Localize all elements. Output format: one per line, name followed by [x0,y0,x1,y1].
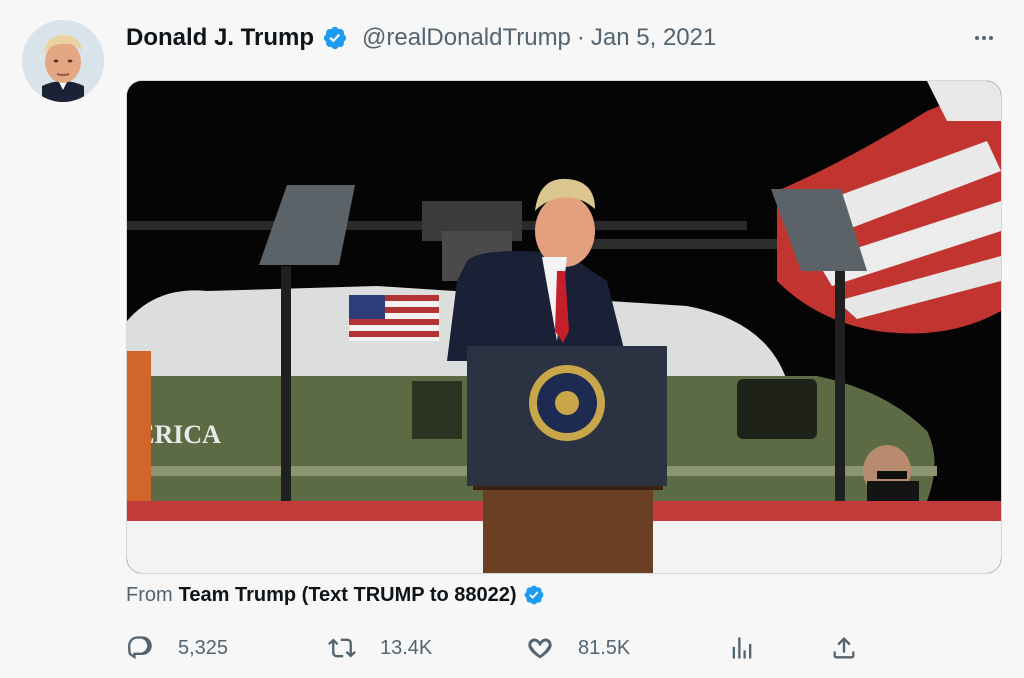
share-button[interactable] [830,630,858,666]
reply-count: 5,325 [178,636,229,659]
share-icon [833,637,855,659]
more-options-icon[interactable] [970,24,998,52]
retweet-count: 13.4K [380,636,433,659]
heart-icon [528,638,552,659]
tweet-date[interactable]: Jan 5, 2021 [591,24,716,52]
reply-button[interactable]: 5,325 [126,630,228,666]
avatar[interactable] [22,20,104,102]
video-thumbnail: IERICA [127,81,1001,573]
retweet-button[interactable]: 13.4K [328,630,432,666]
author-handle[interactable]: @realDonaldTrump [362,24,571,52]
retweet-icon [328,638,356,658]
source-prefix: From [126,583,173,606]
tweet: Donald J. Trump @realDonaldTrump · Jan 5… [0,0,1024,678]
tweet-source: From Team Trump (Text TRUMP to 88022) [126,580,545,610]
like-button[interactable]: 81.5K [526,630,630,666]
separator-dot: · [576,24,585,51]
tweet-actions: 5,325 13.4K 81.5K [126,630,866,666]
verified-badge-icon [323,26,347,50]
reply-icon [128,636,152,660]
verified-badge-icon [524,585,543,605]
analytics-icon [732,637,752,659]
analytics-button[interactable] [728,630,756,666]
source-account-name[interactable]: Team Trump (Text TRUMP to 88022) [179,584,517,607]
tweet-header: Donald J. Trump @realDonaldTrump · Jan 5… [126,22,716,54]
like-count: 81.5K [578,636,631,659]
author-name[interactable]: Donald J. Trump [126,24,314,52]
tweet-media-image[interactable]: IERICA [126,80,1002,574]
